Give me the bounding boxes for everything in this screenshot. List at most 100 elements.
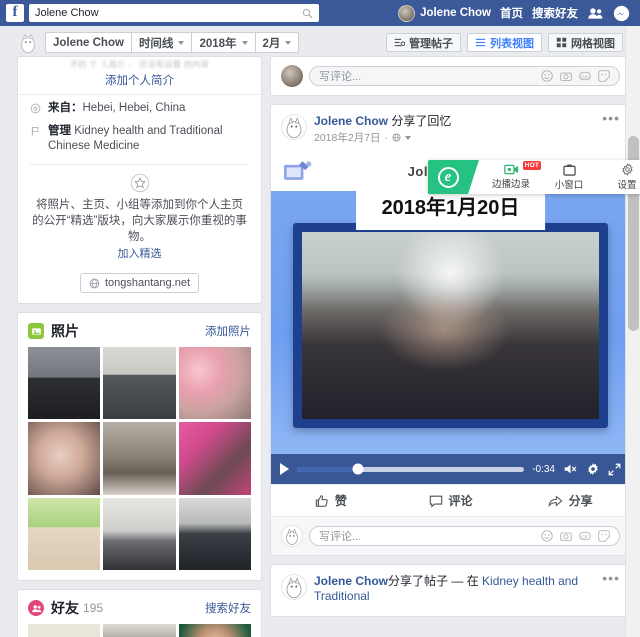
plugin-settings-button[interactable]: 设置: [598, 160, 640, 194]
plugin-logo-letter: e: [437, 166, 459, 188]
intro-from-text: 来自：Hebei, Hebei, China: [48, 101, 185, 116]
post-avatar[interactable]: [281, 574, 307, 601]
avatar: [281, 525, 303, 548]
post-comment-composer: 写评论... GIF: [271, 516, 630, 556]
sticker-icon[interactable]: [598, 70, 610, 82]
friend-cover-quote: Taking pains to remove the pains of othe…: [28, 624, 101, 637]
globe-icon: [89, 278, 100, 288]
post-author[interactable]: Jolene Chow: [314, 114, 388, 128]
chevron-down-icon: [285, 40, 292, 45]
post-timestamp[interactable]: 2018年2月7日: [314, 130, 381, 145]
add-photos-link[interactable]: 添加照片: [205, 323, 251, 339]
website-chip[interactable]: tongshantang.net: [79, 273, 200, 293]
intro-manage-value[interactable]: Kidney health and Traditional Chinese Me…: [48, 125, 223, 152]
like-label: 赞: [334, 494, 347, 509]
thumbs-up-icon: [315, 494, 328, 507]
grid-view-button[interactable]: 网格视图: [548, 33, 623, 52]
emoji-icon[interactable]: [541, 70, 553, 82]
search-box[interactable]: [29, 4, 319, 22]
facebook-logo-icon[interactable]: f: [6, 4, 24, 22]
emoji-icon[interactable]: [541, 530, 553, 542]
hot-badge: HOT: [522, 161, 541, 170]
friend-tile[interactable]: Daniel Singer 10 篇新帖子: [103, 624, 176, 637]
next-post-menu-button[interactable]: •••: [602, 571, 620, 585]
nav-find-friends-link[interactable]: 搜索好友: [532, 5, 578, 21]
profile-avatar-small[interactable]: [17, 32, 39, 54]
comment-label: 评论: [448, 494, 473, 509]
post-comment-input[interactable]: 写评论... GIF: [309, 526, 620, 547]
share-button[interactable]: 分享: [510, 485, 630, 516]
search-input[interactable]: [35, 7, 302, 19]
fullscreen-icon[interactable]: [608, 463, 621, 476]
join-featured-link[interactable]: 加入精选: [32, 245, 247, 261]
record-video-icon: [503, 164, 518, 175]
post-menu-button[interactable]: •••: [602, 111, 620, 125]
volume-mute-icon[interactable]: [563, 462, 578, 476]
chevron-down-icon[interactable]: [405, 135, 412, 140]
next-post-author[interactable]: Jolene Chow: [314, 574, 388, 588]
subnav-year-select[interactable]: 2018年: [192, 33, 256, 52]
grid-view-label: 网格视图: [571, 37, 615, 50]
gif-icon[interactable]: GIF: [579, 70, 591, 82]
comment-button[interactable]: 评论: [391, 485, 511, 516]
photo-thumbnail[interactable]: [103, 347, 176, 420]
video-progress-bar[interactable]: [297, 463, 525, 475]
post-header: Jolene Chow 分享了回忆 2018年2月7日 · •••: [271, 105, 630, 151]
photo-thumbnail[interactable]: [178, 497, 251, 571]
camera-icon[interactable]: [560, 530, 572, 542]
search-icon[interactable]: [302, 8, 313, 19]
globe-icon[interactable]: [392, 133, 401, 142]
like-button[interactable]: 赞: [271, 485, 391, 516]
photo-thumbnail[interactable]: [28, 347, 101, 420]
friend-tile[interactable]: Bushra Shahid 10 篇新帖子: [178, 624, 251, 637]
camera-icon[interactable]: [560, 70, 572, 82]
post-avatar[interactable]: [281, 114, 307, 140]
photo-thumbnail[interactable]: [28, 497, 101, 571]
comment-input[interactable]: 写评论... GIF: [309, 66, 620, 86]
subnav-profile-name[interactable]: Jolene Chow: [46, 33, 132, 52]
intro-from-value[interactable]: Hebei, Hebei, China: [83, 102, 186, 114]
subnav-actions: 管理帖子 列表视图 网格视图: [386, 33, 623, 52]
friends-card: 好友 195 搜索好友 Taking pains to remove the p…: [17, 589, 262, 637]
avatar: [398, 4, 416, 22]
photo-thumbnail[interactable]: [103, 497, 176, 571]
subnav-timeline-select[interactable]: 时间线: [132, 33, 193, 52]
video-controls: -0:34: [271, 454, 630, 485]
plugin-mini-window-button[interactable]: 小窗口: [540, 160, 598, 194]
post-card-next: Jolene Chow分享了帖子 — 在 Kidney health and T…: [270, 564, 631, 618]
friends-icon: [28, 600, 44, 617]
video-area: [271, 191, 630, 455]
nav-home-link[interactable]: 首页: [500, 5, 523, 21]
comment-icon-group: GIF: [541, 70, 610, 82]
progress-knob[interactable]: [352, 463, 364, 475]
play-icon[interactable]: [280, 463, 289, 476]
chevron-down-icon: [178, 40, 185, 45]
photo-thumbnail[interactable]: [103, 422, 176, 495]
add-bio-link[interactable]: 添加个人简介: [28, 72, 251, 88]
photo-thumbnail[interactable]: [178, 422, 251, 495]
video-thumbnail[interactable]: [302, 232, 599, 420]
friend-requests-icon[interactable]: [587, 5, 604, 22]
sticker-icon[interactable]: [598, 530, 610, 542]
plugin-record-button[interactable]: 边播边录 HOT: [482, 160, 541, 194]
post-comment-placeholder: 写评论...: [319, 531, 362, 544]
vertical-scrollbar[interactable]: [625, 26, 640, 637]
gear-icon[interactable]: [586, 462, 600, 476]
nav-profile-link[interactable]: Jolene Chow: [398, 4, 491, 22]
post-action-text: 分享了回忆: [391, 114, 452, 128]
top-nav-right: Jolene Chow 首页 搜索好友: [398, 4, 634, 22]
subnav-month-select[interactable]: 2月: [256, 33, 299, 52]
messenger-icon[interactable]: [613, 5, 630, 22]
plugin-logo[interactable]: e: [428, 160, 479, 194]
comment-composer: 写评论... GIF: [271, 57, 630, 95]
friend-tile[interactable]: Taking pains to remove the pains of othe…: [28, 624, 101, 637]
svg-text:GIF: GIF: [581, 534, 589, 539]
website-row: tongshantang.net: [18, 265, 261, 303]
manage-posts-button[interactable]: 管理帖子: [386, 33, 461, 52]
gif-icon[interactable]: GIF: [579, 530, 591, 542]
photo-thumbnail[interactable]: [28, 422, 101, 495]
photo-thumbnail[interactable]: [178, 347, 251, 420]
list-view-button[interactable]: 列表视图: [467, 33, 542, 52]
gear-icon: [621, 163, 633, 176]
search-friends-link[interactable]: 搜索好友: [205, 600, 251, 616]
